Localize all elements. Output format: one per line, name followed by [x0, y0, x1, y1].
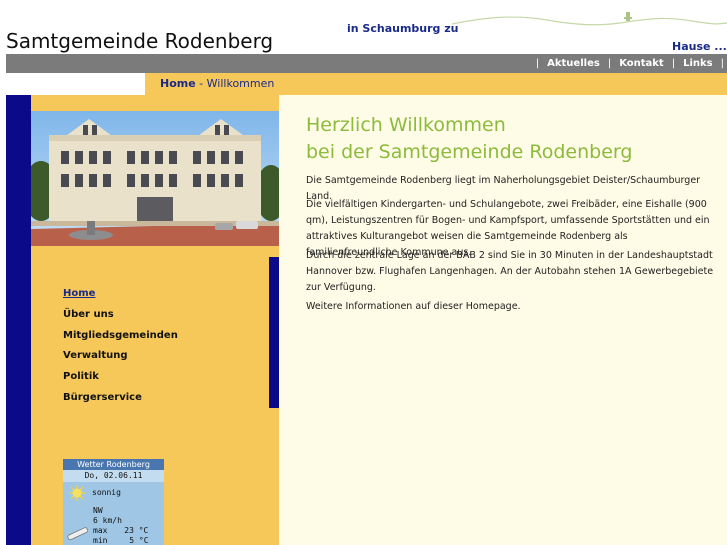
main-content: Herzlich Willkommen bei der Samtgemeinde… — [279, 95, 727, 545]
nav-link-aktuelles[interactable]: Aktuelles — [547, 58, 600, 69]
location-paragraph: Durch die zentrale Lage an der BAB 2 sin… — [306, 250, 714, 293]
nav-link-kontakt[interactable]: Kontakt — [619, 58, 664, 69]
weather-widget[interactable]: Wetter Rodenberg Do, 02.06.11 sonnig NW … — [63, 459, 164, 545]
breadcrumb: Home - Willkommen — [160, 77, 274, 90]
weather-wind-row: NW 6 km/h — [63, 506, 164, 526]
sidebar-item-mitgliedsgemeinden[interactable]: Mitgliedsgemeinden — [63, 330, 178, 351]
weather-min-label: min — [93, 536, 108, 545]
sidebar-item-buergerservice[interactable]: Bürgerservice — [63, 392, 178, 413]
weather-max-value: 23 °C — [124, 526, 149, 535]
nav-separator: | — [720, 58, 724, 69]
nav-separator: | — [607, 58, 612, 69]
nav-accent-stripe — [269, 257, 279, 408]
town-hall-photo — [31, 111, 279, 246]
nav-link-links[interactable]: Links — [683, 58, 713, 69]
weather-condition-row: sonnig — [63, 483, 164, 503]
left-accent-stripe — [6, 95, 31, 545]
page-title-line2: bei der Samtgemeinde Rodenberg — [306, 141, 633, 163]
sun-icon — [69, 485, 85, 501]
weather-wind-direction: NW — [93, 506, 103, 515]
weather-max-label: max — [93, 526, 108, 535]
sidebar-item-verwaltung[interactable]: Verwaltung — [63, 350, 178, 371]
nav-separator: | — [535, 58, 540, 69]
thermometer-icon — [67, 527, 89, 540]
weather-date: Do, 02.06.11 — [63, 470, 164, 482]
breadcrumb-separator: - — [195, 77, 207, 90]
top-nav: | Aktuelles | Kontakt | Links | — [528, 54, 727, 73]
left-sidebar: Home Über uns Mitgliedsgemeinden Verwalt… — [31, 95, 279, 545]
sidebar-item-home[interactable]: Home — [63, 288, 178, 309]
page-title: Herzlich Willkommen bei der Samtgemeinde… — [306, 112, 632, 166]
nav-separator: | — [671, 58, 676, 69]
breadcrumb-home[interactable]: Home — [160, 77, 196, 90]
site-title: Samtgemeinde Rodenberg — [6, 29, 274, 53]
slogan-part1: in Schaumburg zu — [347, 22, 459, 35]
main-navigation: Home Über uns Mitgliedsgemeinden Verwalt… — [63, 288, 178, 413]
weather-title: Wetter Rodenberg — [63, 459, 164, 470]
top-nav-bar: | Aktuelles | Kontakt | Links | — [6, 54, 727, 73]
more-info-paragraph: Weitere Informationen auf dieser Homepag… — [306, 301, 521, 312]
breadcrumb-current: Willkommen — [206, 77, 275, 90]
slogan-part2: Hause ... — [672, 40, 727, 53]
weather-min-value: 5 °C — [129, 536, 149, 545]
weather-wind-speed: 6 km/h — [93, 516, 122, 525]
sidebar-item-ueber-uns[interactable]: Über uns — [63, 309, 178, 330]
page-title-line1: Herzlich Willkommen — [306, 114, 506, 136]
weather-condition: sonnig — [92, 488, 121, 497]
sidebar-item-politik[interactable]: Politik — [63, 371, 178, 392]
hill-landscape-graphic — [452, 12, 727, 26]
breadcrumb-bar: Home - Willkommen — [145, 73, 727, 95]
